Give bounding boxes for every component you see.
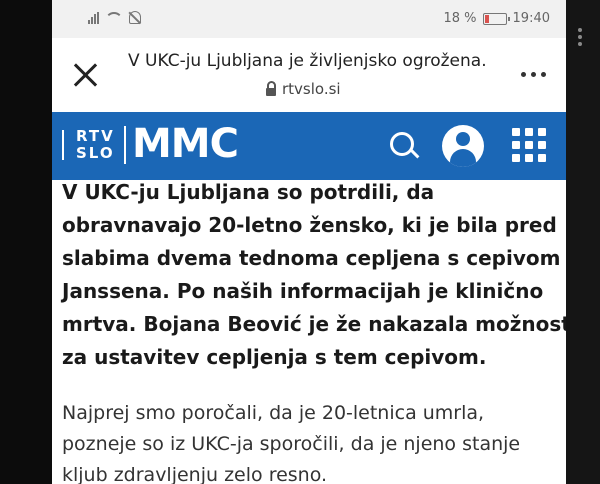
overflow-menu-icon[interactable] bbox=[521, 72, 546, 77]
mute-icon bbox=[129, 11, 141, 24]
article-lead: V UKC-ju Ljubljana so potrdili, da obrav… bbox=[62, 176, 566, 374]
paragraph-line: pozneje so iz UKC-ja sporočili, da je nj… bbox=[62, 433, 521, 455]
lead-line: obravnavajo 20-letno žensko, ki je bila … bbox=[62, 213, 557, 237]
logo-divider bbox=[124, 126, 126, 164]
paragraph-line: kljub zdravljenju zelo resno. bbox=[62, 464, 328, 484]
lead-line: mrtva. Bojana Beović je že nakazala možn… bbox=[62, 312, 566, 336]
screen-edge bbox=[566, 0, 600, 484]
site-header: RTV SLO MMC bbox=[52, 112, 566, 180]
account-icon[interactable] bbox=[442, 125, 484, 167]
page-title: V UKC-ju Ljubljana je življenjsko ogrože… bbox=[128, 51, 488, 71]
status-icons bbox=[88, 11, 141, 24]
side-menu-icon bbox=[578, 28, 586, 49]
wifi-icon bbox=[105, 11, 123, 24]
battery-icon bbox=[482, 12, 510, 25]
phone-screen: 18 % 19:40 V UKC-ju Ljubljana je življen… bbox=[52, 0, 566, 484]
search-icon[interactable] bbox=[390, 132, 414, 156]
antenna-icon bbox=[62, 130, 69, 160]
lead-line: slabima dvema tednoma cepljena s cepivom bbox=[62, 246, 561, 270]
browser-toolbar: V UKC-ju Ljubljana je življenjsko ogrože… bbox=[52, 38, 566, 113]
paragraph-line: Najprej smo poročali, da je 20-letnica u… bbox=[62, 402, 485, 424]
lead-line: V UKC-ju Ljubljana so potrdili, da bbox=[62, 180, 435, 204]
lead-line: Janssena. Po naših informacijah je klini… bbox=[62, 279, 544, 303]
status-bar: 18 % 19:40 bbox=[52, 0, 566, 38]
logo-slo: SLO bbox=[76, 144, 115, 162]
close-icon[interactable] bbox=[70, 60, 100, 90]
battery-percent: 18 % bbox=[443, 11, 477, 26]
lock-icon bbox=[266, 80, 276, 96]
article-paragraph: Najprej smo poročali, da je 20-letnica u… bbox=[62, 398, 556, 484]
url-text: rtvslo.si bbox=[282, 80, 341, 98]
article-body: V UKC-ju Ljubljana so potrdili, da obrav… bbox=[62, 176, 566, 484]
clock: 19:40 bbox=[512, 11, 550, 26]
signal-icon bbox=[88, 11, 99, 24]
address-bar[interactable]: rtvslo.si bbox=[266, 80, 341, 98]
lead-line: za ustavitev cepljenja s tem cepivom. bbox=[62, 345, 487, 369]
logo-rtv: RTV bbox=[76, 127, 115, 145]
mmc-logo[interactable]: MMC bbox=[132, 121, 239, 167]
apps-grid-icon[interactable] bbox=[512, 128, 546, 162]
